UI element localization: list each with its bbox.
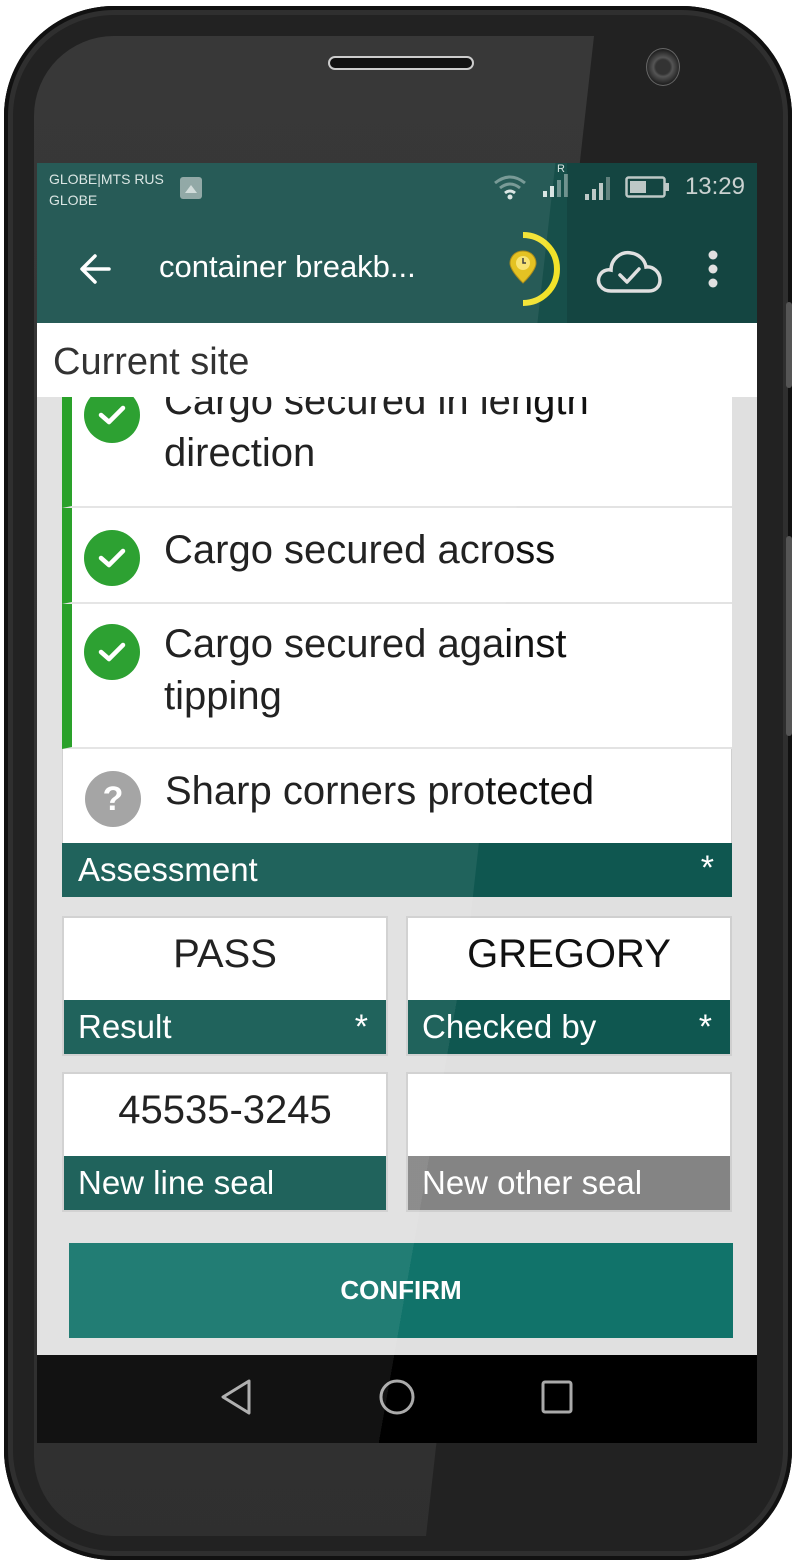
roaming-indicator: R (556, 163, 565, 175)
carrier-line-1: GLOBE|MTS RUS (49, 171, 164, 187)
new-line-seal-label: New line seal (64, 1156, 386, 1210)
navigation-bar (37, 1355, 757, 1443)
signal-roaming-icon: R (541, 163, 569, 202)
new-line-seal-field[interactable]: 45535-3245 New line seal (62, 1072, 388, 1212)
checklist-item[interactable]: ? Sharp corners protected (62, 749, 732, 845)
back-arrow-icon[interactable] (75, 249, 115, 289)
carrier-info: GLOBE|MTS RUS GLOBE (49, 169, 164, 211)
wifi-icon (494, 175, 526, 199)
question-circle-icon: ? (85, 771, 141, 827)
result-label: Result * (64, 1000, 386, 1054)
page-title: container breakb... (159, 249, 416, 284)
required-marker: * (700, 849, 714, 887)
checked-by-value: GREGORY (467, 932, 671, 976)
glare-shade (567, 163, 757, 323)
assessment-label: Assessment (78, 851, 258, 888)
check-circle-icon (84, 624, 140, 680)
image-notification-icon (180, 177, 202, 199)
new-other-seal-label: New other seal (408, 1156, 730, 1210)
new-line-seal-value: 45535-3245 (118, 1088, 332, 1132)
checklist: Cargo secured in length direction Cargo … (62, 363, 732, 845)
checklist-item[interactable]: Cargo secured against tipping (62, 604, 732, 749)
checklist-item-label: Cargo secured against tipping (164, 622, 567, 718)
earpiece-speaker (328, 56, 474, 70)
result-field[interactable]: PASS Result * (62, 916, 388, 1056)
nav-back-icon[interactable] (217, 1377, 257, 1417)
checklist-item[interactable]: Cargo secured across (62, 508, 732, 604)
checked-by-field[interactable]: GREGORY Checked by * (406, 916, 732, 1056)
checklist-item-label: Sharp corners protected (165, 769, 595, 813)
new-other-seal-label-text: New other seal (422, 1164, 643, 1201)
nav-recents-icon[interactable] (537, 1377, 577, 1417)
site-header: Current site (37, 323, 757, 397)
screen: GLOBE|MTS RUS GLOBE R 13:29 container br… (37, 163, 757, 1443)
checked-by-label-text: Checked by (422, 1008, 597, 1045)
checked-by-label: Checked by * (408, 1000, 730, 1054)
checklist-item-label: Cargo secured across (164, 528, 556, 572)
required-marker: * (698, 1008, 712, 1046)
volume-button (786, 302, 792, 388)
assessment-section-header: Assessment * (62, 843, 732, 897)
carrier-line-2: GLOBE (49, 192, 98, 208)
nav-home-icon[interactable] (377, 1377, 417, 1417)
required-marker: * (354, 1008, 368, 1046)
site-header-title: Current site (53, 341, 250, 383)
result-label-text: Result (78, 1008, 172, 1045)
check-circle-icon (84, 530, 140, 586)
result-value: PASS (173, 932, 277, 976)
confirm-button[interactable]: CONFIRM (69, 1243, 733, 1338)
front-camera (646, 48, 680, 86)
timer-location-icon[interactable] (507, 229, 567, 309)
power-button (786, 536, 792, 736)
new-other-seal-field[interactable]: New other seal (406, 1072, 732, 1212)
new-line-seal-label-text: New line seal (78, 1164, 275, 1201)
